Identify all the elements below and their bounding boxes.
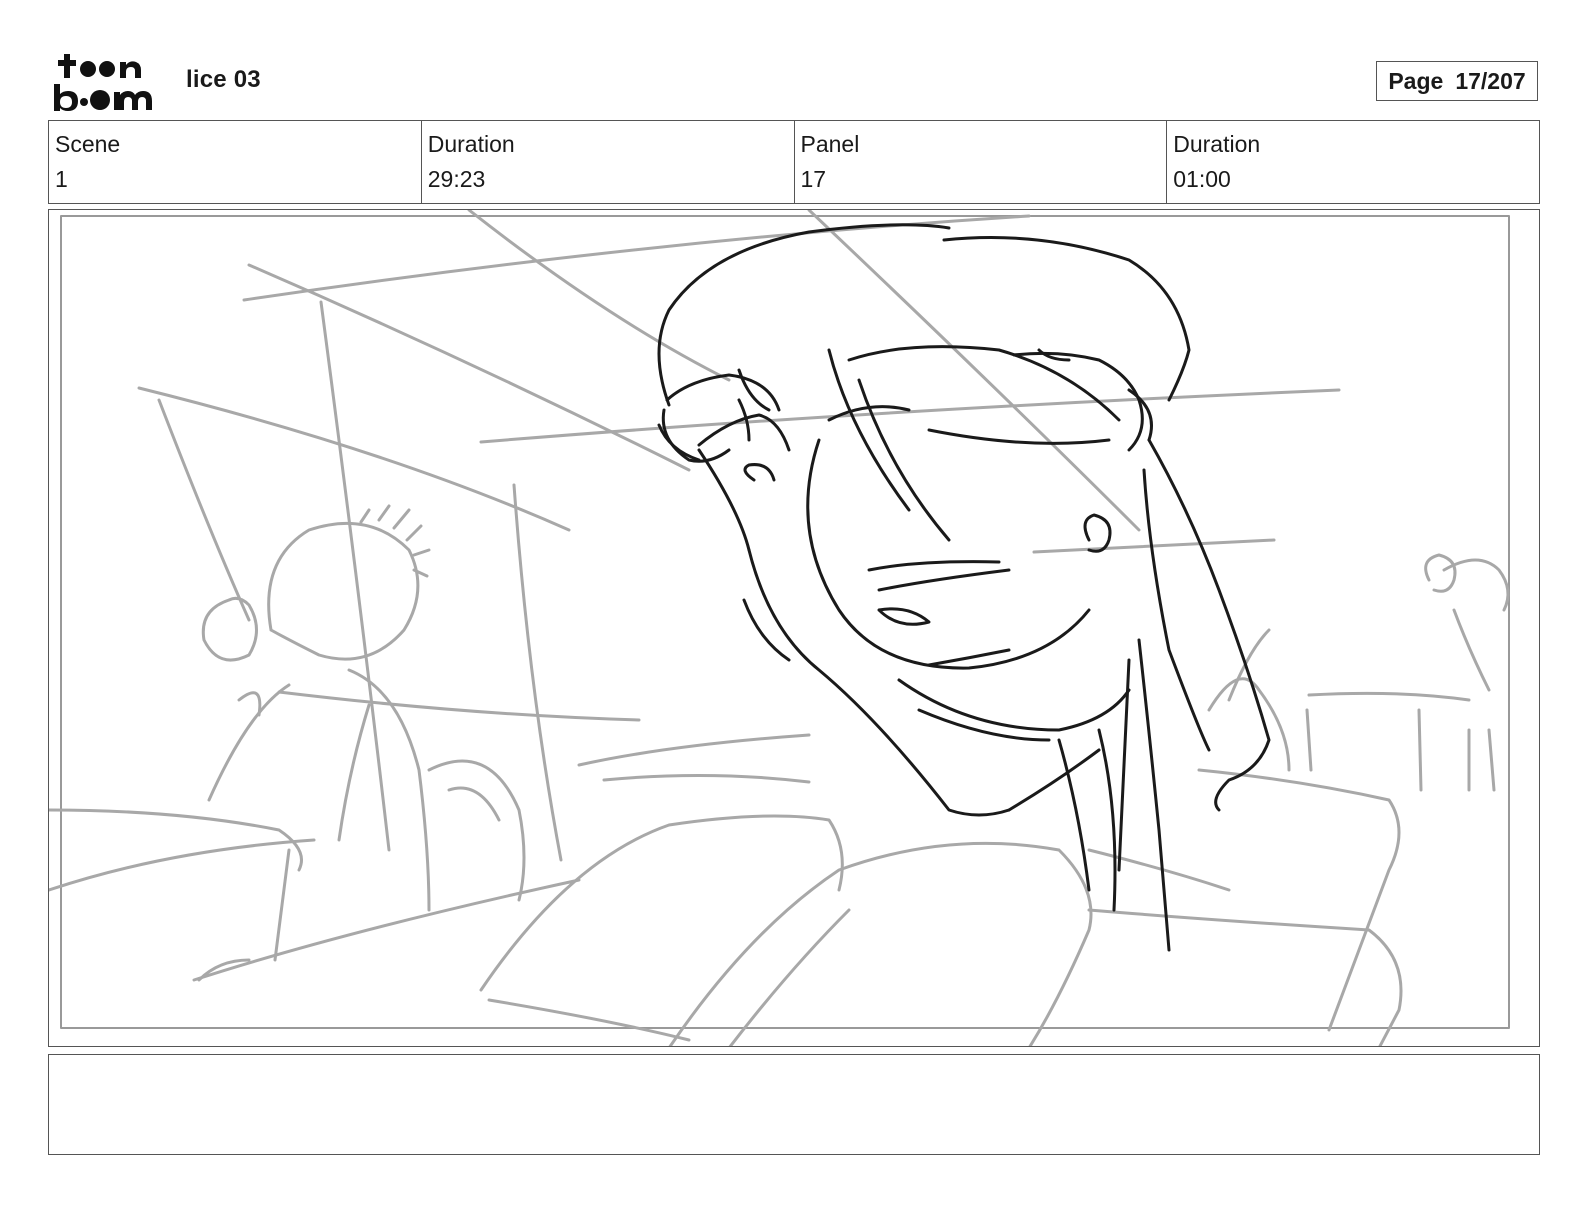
panel-duration-value: 01:00 <box>1173 166 1231 192</box>
main-character-sketch <box>657 223 1271 952</box>
panel-label: Panel <box>800 131 860 157</box>
scene-value: 1 <box>55 166 68 192</box>
page-indicator: Page 17/207 <box>1376 61 1538 101</box>
panel-cell: Panel 17 <box>795 121 1168 203</box>
panel-sketch <box>49 210 1510 1046</box>
safe-frame <box>60 215 1510 1029</box>
panel-duration-label: Duration <box>1173 131 1261 157</box>
project-title: lice 03 <box>186 66 261 93</box>
page-label: Page <box>1388 67 1444 94</box>
storyboard-panel <box>48 209 1540 1047</box>
toon-boom-logo <box>54 54 152 111</box>
panel-value: 17 <box>800 166 827 192</box>
scene-label: Scene <box>55 131 121 157</box>
info-table: Scene 1 Duration 29:23 Panel 17 Duration… <box>48 120 1540 204</box>
scene-duration-value: 29:23 <box>427 166 486 192</box>
caption-box <box>48 1054 1540 1155</box>
background-sketch <box>49 210 1510 1046</box>
scene-duration-label: Duration <box>427 131 515 157</box>
page-value: 17/207 <box>1455 67 1526 94</box>
scene-duration-cell: Duration 29:23 <box>422 121 795 203</box>
scene-cell: Scene 1 <box>49 121 422 203</box>
panel-duration-cell: Duration 01:00 <box>1167 121 1539 203</box>
